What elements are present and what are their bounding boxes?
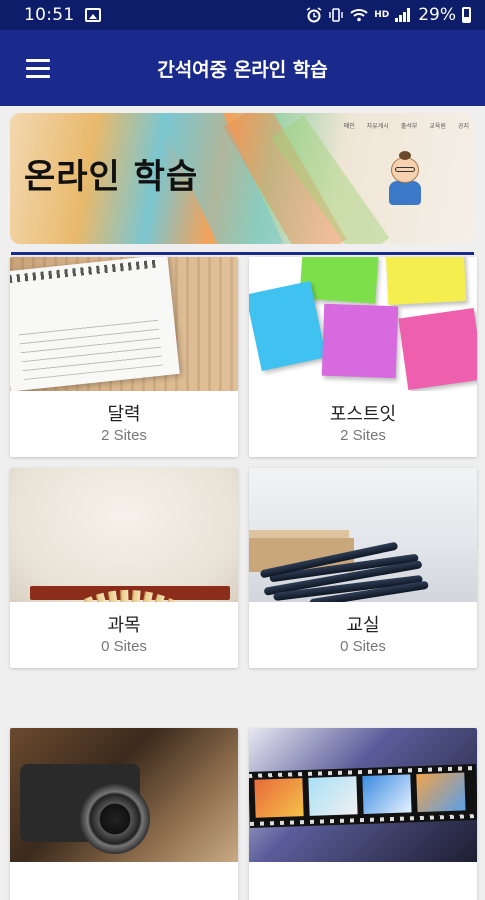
category-card-postit[interactable]: 포스트잇 2 Sites bbox=[249, 257, 477, 457]
banner-nav-item: 출석부 bbox=[400, 123, 418, 130]
signal-icon bbox=[395, 8, 411, 22]
category-name: 포스트잇 bbox=[329, 404, 397, 425]
vibrate-icon bbox=[329, 8, 343, 22]
category-card-calendar[interactable]: 달력 2 Sites bbox=[10, 257, 238, 457]
camera-photo bbox=[10, 728, 238, 862]
category-name: 달력 bbox=[107, 404, 141, 425]
category-site-count: 2 Sites bbox=[340, 427, 386, 444]
category-site-count: 0 Sites bbox=[340, 638, 386, 655]
banner-nav-item: 교육원 bbox=[429, 123, 446, 130]
menu-icon[interactable] bbox=[8, 30, 68, 106]
battery-percent: 29% bbox=[418, 5, 456, 25]
banner-heading: 온라인 학습 bbox=[24, 157, 199, 197]
film-strip-photo bbox=[249, 728, 477, 862]
header-banner: 메인 자유게시 출석부 교육원 공지 온라인 학습 bbox=[10, 113, 475, 244]
category-card-film[interactable] bbox=[249, 728, 477, 900]
open-book-photo bbox=[10, 468, 238, 602]
category-card-camera[interactable] bbox=[10, 728, 238, 900]
status-icons: HD 29% bbox=[306, 5, 471, 25]
status-bar: 10:51 HD 29% bbox=[0, 0, 485, 30]
category-card-classroom[interactable]: 교실 0 Sites bbox=[249, 468, 477, 668]
school-mascot-logo bbox=[383, 151, 427, 207]
banner-nav-item: 메인 bbox=[343, 123, 355, 130]
banner-divider bbox=[11, 252, 474, 255]
calendar-photo bbox=[10, 257, 238, 391]
category-name: 과목 bbox=[107, 615, 141, 636]
app-title: 간석여중 온라인 학습 bbox=[157, 58, 328, 81]
app-bar: 간석여중 온라인 학습 bbox=[0, 30, 485, 106]
network-type-label: HD bbox=[374, 10, 390, 20]
category-site-count: 0 Sites bbox=[101, 638, 147, 655]
category-card-subject[interactable]: 과목 0 Sites bbox=[10, 468, 238, 668]
banner-mini-nav: 메인 자유게시 출석부 교육원 공지 bbox=[344, 121, 469, 130]
gallery-notification-icon bbox=[84, 8, 101, 22]
battery-icon bbox=[462, 7, 471, 23]
banner-nav-item: 공지 bbox=[457, 123, 469, 130]
sticky-notes-photo bbox=[249, 257, 477, 391]
status-time: 10:51 bbox=[24, 5, 75, 25]
wifi-icon bbox=[350, 9, 368, 22]
category-name: 교실 bbox=[346, 615, 380, 636]
alarm-icon bbox=[306, 7, 322, 23]
category-site-count: 2 Sites bbox=[101, 427, 147, 444]
pens-on-desk-photo bbox=[249, 468, 477, 602]
banner-nav-item: 자유게시 bbox=[366, 123, 389, 130]
